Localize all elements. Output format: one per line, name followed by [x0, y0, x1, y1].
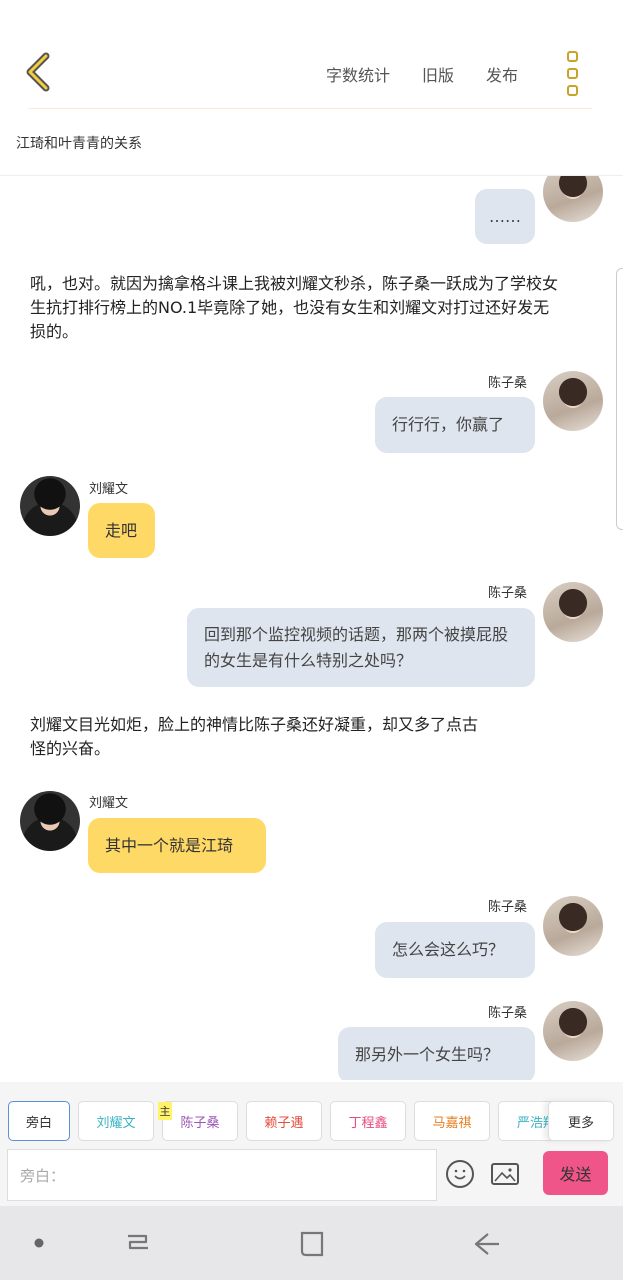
avatar[interactable]: [543, 896, 603, 956]
role-chip-liu-yaowen[interactable]: 刘耀文: [78, 1101, 154, 1141]
speaker-name: 陈子桑: [488, 900, 528, 915]
role-chip-chen-zisang[interactable]: 陈子桑: [162, 1101, 238, 1141]
main-role-badge: 主: [158, 1102, 172, 1120]
narration-text[interactable]: 刘耀文目光如炬，脸上的神情比陈子桑还好凝重，却又多了点古怪的兴奋。: [30, 713, 480, 761]
publish-link[interactable]: 发布: [486, 62, 518, 86]
role-chip-narrator[interactable]: 旁白: [8, 1101, 70, 1141]
word-count-link[interactable]: 字数统计: [326, 62, 390, 86]
message-input[interactable]: 旁白：: [7, 1149, 437, 1201]
top-header: 字数统计 旧版 发布: [0, 0, 623, 110]
image-icon[interactable]: [491, 1163, 519, 1185]
recent-apps-icon[interactable]: [124, 1232, 152, 1258]
composer-panel: 旁白 刘耀文 陈子桑 主 赖子遇 丁程鑫 马嘉祺 严浩翔 更多 旁白： 发送: [0, 1082, 623, 1206]
chat-bubble[interactable]: ……: [475, 189, 535, 244]
role-chip-label: 赖子遇: [264, 1115, 304, 1131]
chat-bubble[interactable]: 怎么会这么巧？: [375, 922, 535, 978]
speaker-name: 刘耀文: [89, 796, 129, 811]
avatar[interactable]: [543, 371, 603, 431]
role-chip-lai-ziyu[interactable]: 赖子遇: [246, 1101, 322, 1141]
avatar[interactable]: [543, 582, 603, 642]
chat-bubble[interactable]: 走吧: [88, 503, 155, 558]
avatar[interactable]: [543, 1001, 603, 1061]
system-nav-bar: [0, 1206, 623, 1280]
home-icon[interactable]: [298, 1230, 326, 1258]
role-chip-ding-chengxin[interactable]: 丁程鑫: [330, 1101, 406, 1141]
chat-bubble[interactable]: 其中一个就是江琦: [88, 818, 266, 873]
chat-bubble[interactable]: 那另外一个女生吗？: [338, 1027, 535, 1080]
dot-icon[interactable]: [34, 1238, 44, 1248]
more-roles-label: 更多: [567, 1115, 594, 1131]
send-button[interactable]: 发送: [543, 1151, 608, 1195]
role-chip-label: 旁白: [25, 1115, 52, 1131]
role-chip-ma-jiaqi[interactable]: 马嘉祺: [414, 1101, 490, 1141]
role-chip-label: 马嘉祺: [432, 1115, 472, 1131]
speaker-name: 刘耀文: [89, 482, 129, 497]
speaker-name: 陈子桑: [488, 376, 528, 391]
avatar[interactable]: [543, 176, 603, 222]
more-vertical-icon[interactable]: [563, 51, 581, 97]
chat-area[interactable]: …… 吼，也对。就因为擒拿格斗课上我被刘耀文秒杀，陈子桑一跃成为了学校女生抗打排…: [0, 176, 623, 1080]
role-chip-label: 陈子桑: [180, 1115, 220, 1131]
chat-bubble[interactable]: 行行行，你赢了: [375, 397, 535, 453]
old-version-link[interactable]: 旧版: [422, 62, 454, 86]
scroll-handle[interactable]: [616, 268, 623, 530]
avatar[interactable]: [20, 476, 80, 536]
role-chip-label: 刘耀文: [96, 1115, 136, 1131]
narration-text[interactable]: 吼，也对。就因为擒拿格斗课上我被刘耀文秒杀，陈子桑一跃成为了学校女生抗打排行榜上…: [30, 272, 560, 344]
role-chip-label: 丁程鑫: [348, 1115, 388, 1131]
chat-bubble[interactable]: 回到那个监控视频的话题，那两个被摸屁股的女生是有什么特别之处吗？: [187, 608, 535, 687]
chapter-title: 江琦和叶青青的关系: [16, 136, 142, 152]
more-roles-button[interactable]: 更多: [548, 1101, 614, 1141]
back-arrow-icon[interactable]: [472, 1230, 502, 1258]
chevron-left-icon[interactable]: [20, 50, 60, 94]
avatar[interactable]: [20, 791, 80, 851]
header-links: 字数统计 旧版 发布: [326, 62, 518, 86]
speaker-name: 陈子桑: [488, 586, 528, 601]
speaker-name: 陈子桑: [488, 1006, 528, 1021]
smiley-icon[interactable]: [446, 1160, 474, 1188]
header-divider: [28, 108, 592, 109]
